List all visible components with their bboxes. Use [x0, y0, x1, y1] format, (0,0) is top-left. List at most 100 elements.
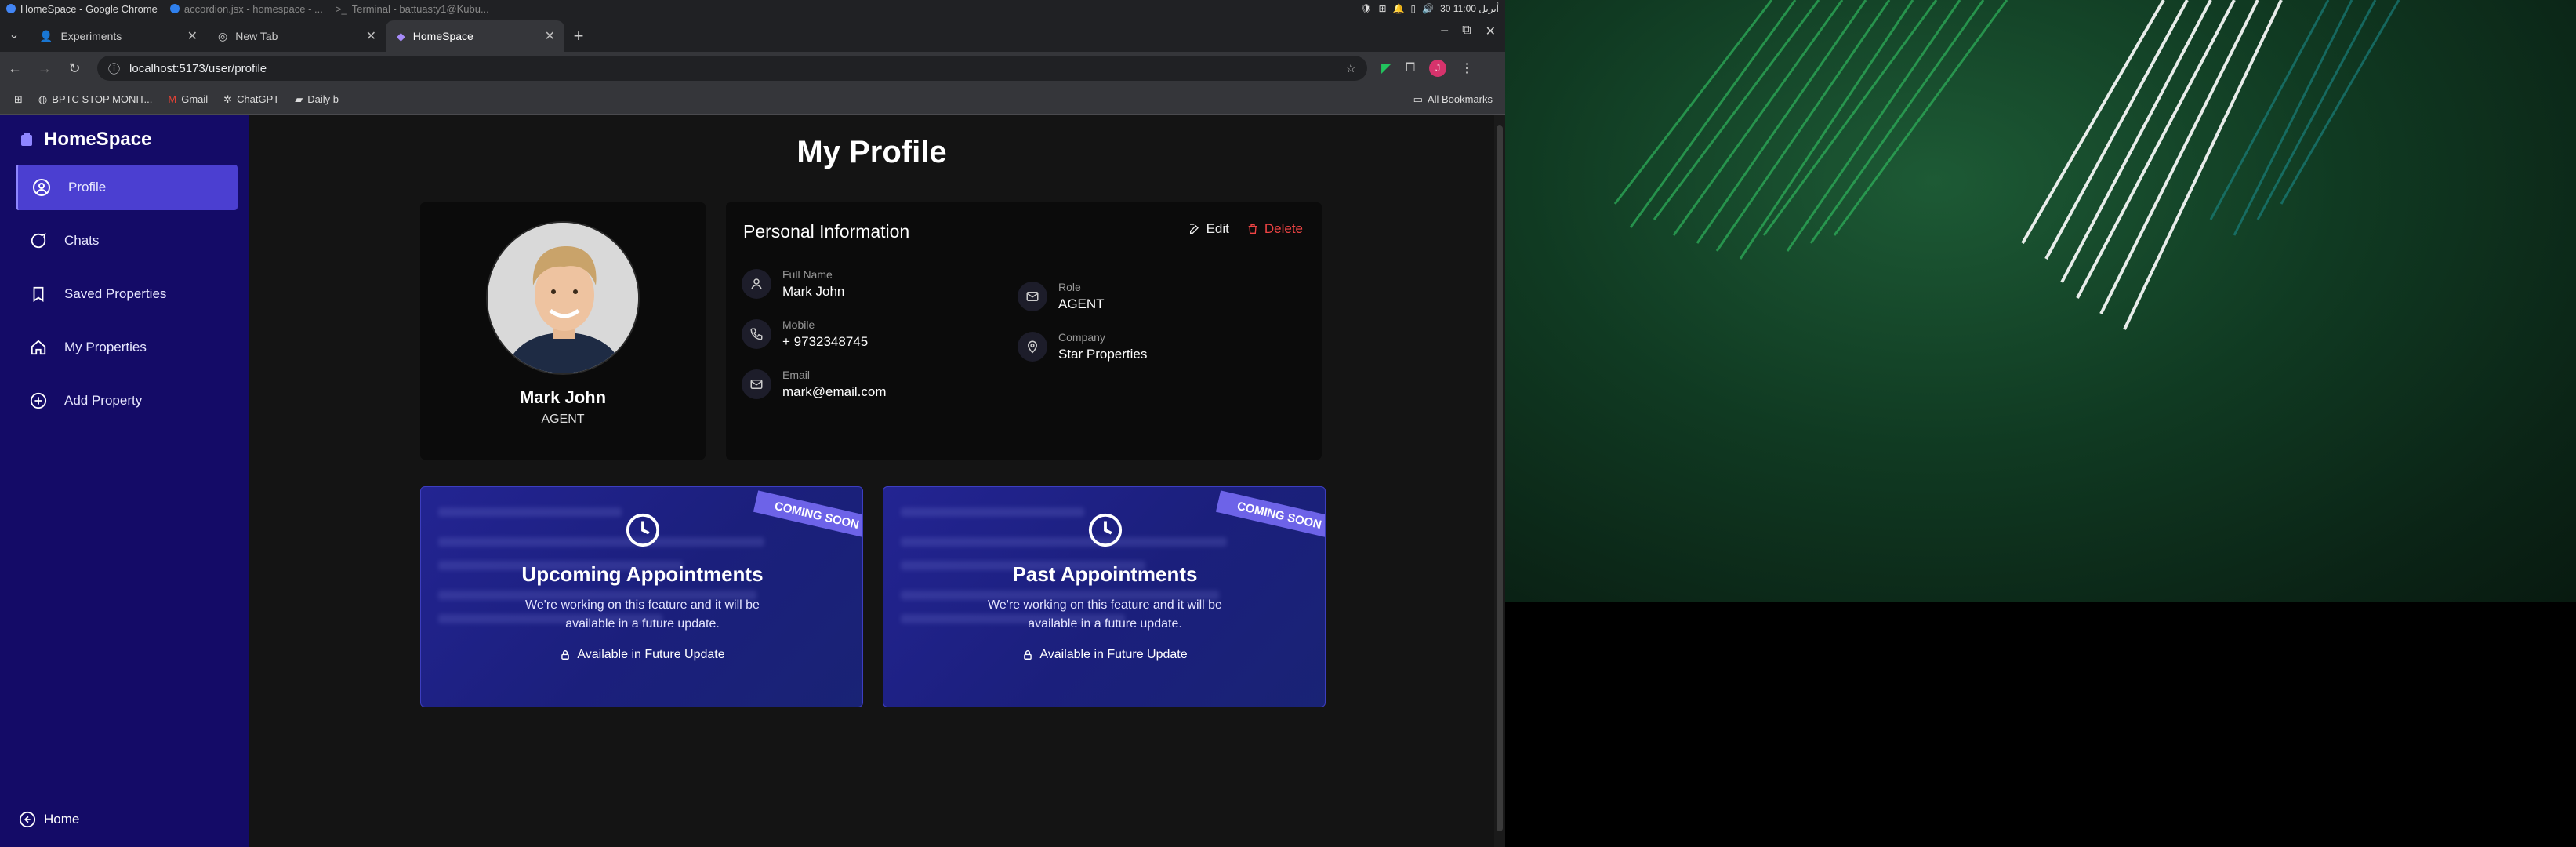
- brand[interactable]: HomeSpace: [19, 129, 151, 151]
- scrollbar-thumb[interactable]: [1497, 125, 1503, 831]
- maximize-icon[interactable]: ⧉: [1462, 24, 1471, 39]
- appointments-title: Upcoming Appointments: [521, 562, 764, 586]
- taskbar-item-label: accordion.jsx - homespace - ...: [183, 2, 323, 15]
- appointments-footer: Available in Future Update: [421, 648, 862, 662]
- clock-icon: [626, 513, 659, 547]
- appointments-message: Upcoming Appointments We're working on t…: [421, 512, 862, 662]
- past-appointments-card: COMING SOON Past Appointments We're work…: [883, 486, 1326, 707]
- tab-search-button[interactable]: ⌄: [0, 17, 28, 52]
- sidebar-item-label: Chats: [64, 233, 100, 248]
- apps-grid-icon[interactable]: ⊞: [14, 93, 23, 106]
- trash-icon: [1248, 224, 1257, 234]
- gmail-icon: M: [168, 93, 177, 105]
- close-icon[interactable]: ✕: [545, 28, 555, 44]
- toolbar-actions: ◤ ⧠ J ⋮: [1381, 60, 1473, 77]
- mail-icon: [742, 369, 771, 399]
- sidebar-item-saved-properties[interactable]: Saved Properties: [16, 271, 238, 317]
- taskbar-item-terminal[interactable]: >_ Terminal - battuasty1@Kubu...: [329, 3, 495, 15]
- desktop-wallpaper: [1505, 0, 2576, 602]
- bookmark-item[interactable]: ✲ ChatGPT: [223, 93, 279, 106]
- profile-avatar[interactable]: J: [1429, 60, 1447, 77]
- new-tab-button[interactable]: +: [564, 20, 593, 52]
- back-button[interactable]: ←: [0, 53, 30, 83]
- taskbar-item-chrome[interactable]: HomeSpace - Google Chrome: [0, 3, 164, 15]
- main-content: My Profile Mark John AGENT Personal Info…: [249, 115, 1494, 847]
- bookmarks-bar: ⊞ ◍ BPTC STOP MONIT... M Gmail ✲ ChatGPT ▰ D…: [0, 85, 1505, 115]
- field-email: Email mark@email.com: [742, 369, 887, 400]
- system-taskbar: HomeSpace - Google Chrome accordion.jsx …: [0, 0, 1505, 17]
- appointments-title: Past Appointments: [1012, 562, 1198, 586]
- clock-icon: [1088, 513, 1122, 547]
- minimize-icon[interactable]: –: [1441, 24, 1448, 39]
- forward-button[interactable]: →: [30, 53, 60, 83]
- arrow-left-circle-icon: [19, 811, 36, 828]
- menu-dots-icon[interactable]: ⋮: [1460, 60, 1473, 76]
- close-icon[interactable]: ✕: [187, 28, 198, 44]
- battery-icon[interactable]: ▯: [1411, 3, 1417, 14]
- chrome-icon: [6, 4, 16, 13]
- sidebar-item-label: Saved Properties: [64, 286, 167, 301]
- chrome-icon: ◎: [218, 29, 228, 42]
- tab-new-tab[interactable]: ◎ New Tab ✕: [207, 20, 386, 52]
- reload-button[interactable]: ↻: [60, 53, 89, 83]
- field-role: Role AGENT: [1018, 281, 1105, 312]
- field-value: Mark John: [782, 284, 845, 299]
- appointments-description: We're working on this feature and it wil…: [988, 598, 1222, 631]
- field-label: Mobile: [782, 318, 815, 331]
- sidebar-item-my-properties[interactable]: My Properties: [16, 325, 238, 370]
- site-info-icon[interactable]: ⓘ: [108, 60, 120, 77]
- tab-experiments[interactable]: 👤 Experiments ✕: [28, 20, 207, 52]
- tab-title: Experiments: [60, 30, 122, 42]
- system-clock[interactable]: 30 أبريل 11:00: [1440, 3, 1499, 14]
- bookmark-item[interactable]: ▰ Daily b: [295, 93, 339, 106]
- sidebar-nav: Profile Chats Saved Properties My Proper…: [16, 165, 238, 431]
- edit-label: Edit: [1206, 221, 1229, 236]
- page-title: My Profile: [796, 135, 947, 169]
- bookmark-item[interactable]: M Gmail: [168, 93, 208, 105]
- puzzle-icon[interactable]: ⧠: [1405, 61, 1415, 75]
- extension-icon[interactable]: ◤: [1381, 60, 1391, 76]
- close-window-icon[interactable]: ✕: [1486, 24, 1496, 39]
- volume-icon[interactable]: 🔊: [1422, 3, 1434, 14]
- network-icon[interactable]: ⊞: [1379, 3, 1387, 14]
- sidebar-item-add-property[interactable]: Add Property: [16, 378, 238, 424]
- home-link-label: Home: [44, 812, 80, 827]
- phone-icon: [742, 319, 771, 349]
- app-viewport: HomeSpace Profile Chats Saved Properties…: [0, 115, 1505, 847]
- taskbar-item-vscode[interactable]: accordion.jsx - homespace - ...: [164, 3, 329, 15]
- field-label: Role: [1058, 281, 1081, 293]
- close-icon[interactable]: ✕: [366, 28, 376, 44]
- all-bookmarks[interactable]: ▭ All Bookmarks: [1413, 93, 1493, 106]
- url-text: localhost:5173/user/profile: [129, 61, 267, 75]
- sidebar: HomeSpace Profile Chats Saved Properties…: [0, 115, 249, 847]
- sidebar-item-label: Profile: [68, 180, 107, 194]
- appointments-footer-label: Available in Future Update: [577, 648, 725, 661]
- bookmark-star-icon[interactable]: ☆: [1346, 61, 1356, 75]
- chat-icon: [31, 233, 46, 249]
- bookmark-item[interactable]: ◍ BPTC STOP MONIT...: [38, 93, 152, 106]
- bell-icon[interactable]: 🔔: [1393, 3, 1405, 14]
- field-full-name: Full Name Mark John: [742, 268, 844, 300]
- edit-button[interactable]: Edit: [1188, 221, 1229, 237]
- address-bar[interactable]: ⓘ localhost:5173/user/profile ☆: [97, 56, 1367, 81]
- page-scrollbar[interactable]: [1494, 115, 1505, 847]
- delete-button[interactable]: Delete: [1246, 221, 1303, 237]
- folder-icon: ▭: [1413, 93, 1423, 105]
- field-company: Company Star Properties: [1018, 331, 1147, 362]
- taskbar-item-label: Terminal - battuasty1@Kubu...: [351, 2, 489, 15]
- field-value: AGENT: [1058, 296, 1105, 311]
- personal-info-card: Personal Information Edit Delete Full Na…: [726, 202, 1322, 460]
- appointments-footer-label: Available in Future Update: [1039, 648, 1188, 661]
- tab-homespace[interactable]: ◆ HomeSpace ✕: [386, 20, 564, 52]
- tab-title: HomeSpace: [412, 30, 473, 42]
- home-link[interactable]: Home: [19, 811, 79, 828]
- profile-role: AGENT: [541, 413, 585, 426]
- lock-icon: [1024, 650, 1032, 660]
- shield-icon[interactable]: 🛡: [1360, 3, 1372, 14]
- desktop-empty-area: [1505, 602, 2576, 847]
- bookmark-icon: [33, 286, 44, 302]
- sidebar-item-profile[interactable]: Profile: [16, 165, 238, 210]
- sidebar-item-chats[interactable]: Chats: [16, 218, 238, 264]
- appointments-description: We're working on this feature and it wil…: [525, 598, 760, 631]
- building-icon: [21, 133, 32, 146]
